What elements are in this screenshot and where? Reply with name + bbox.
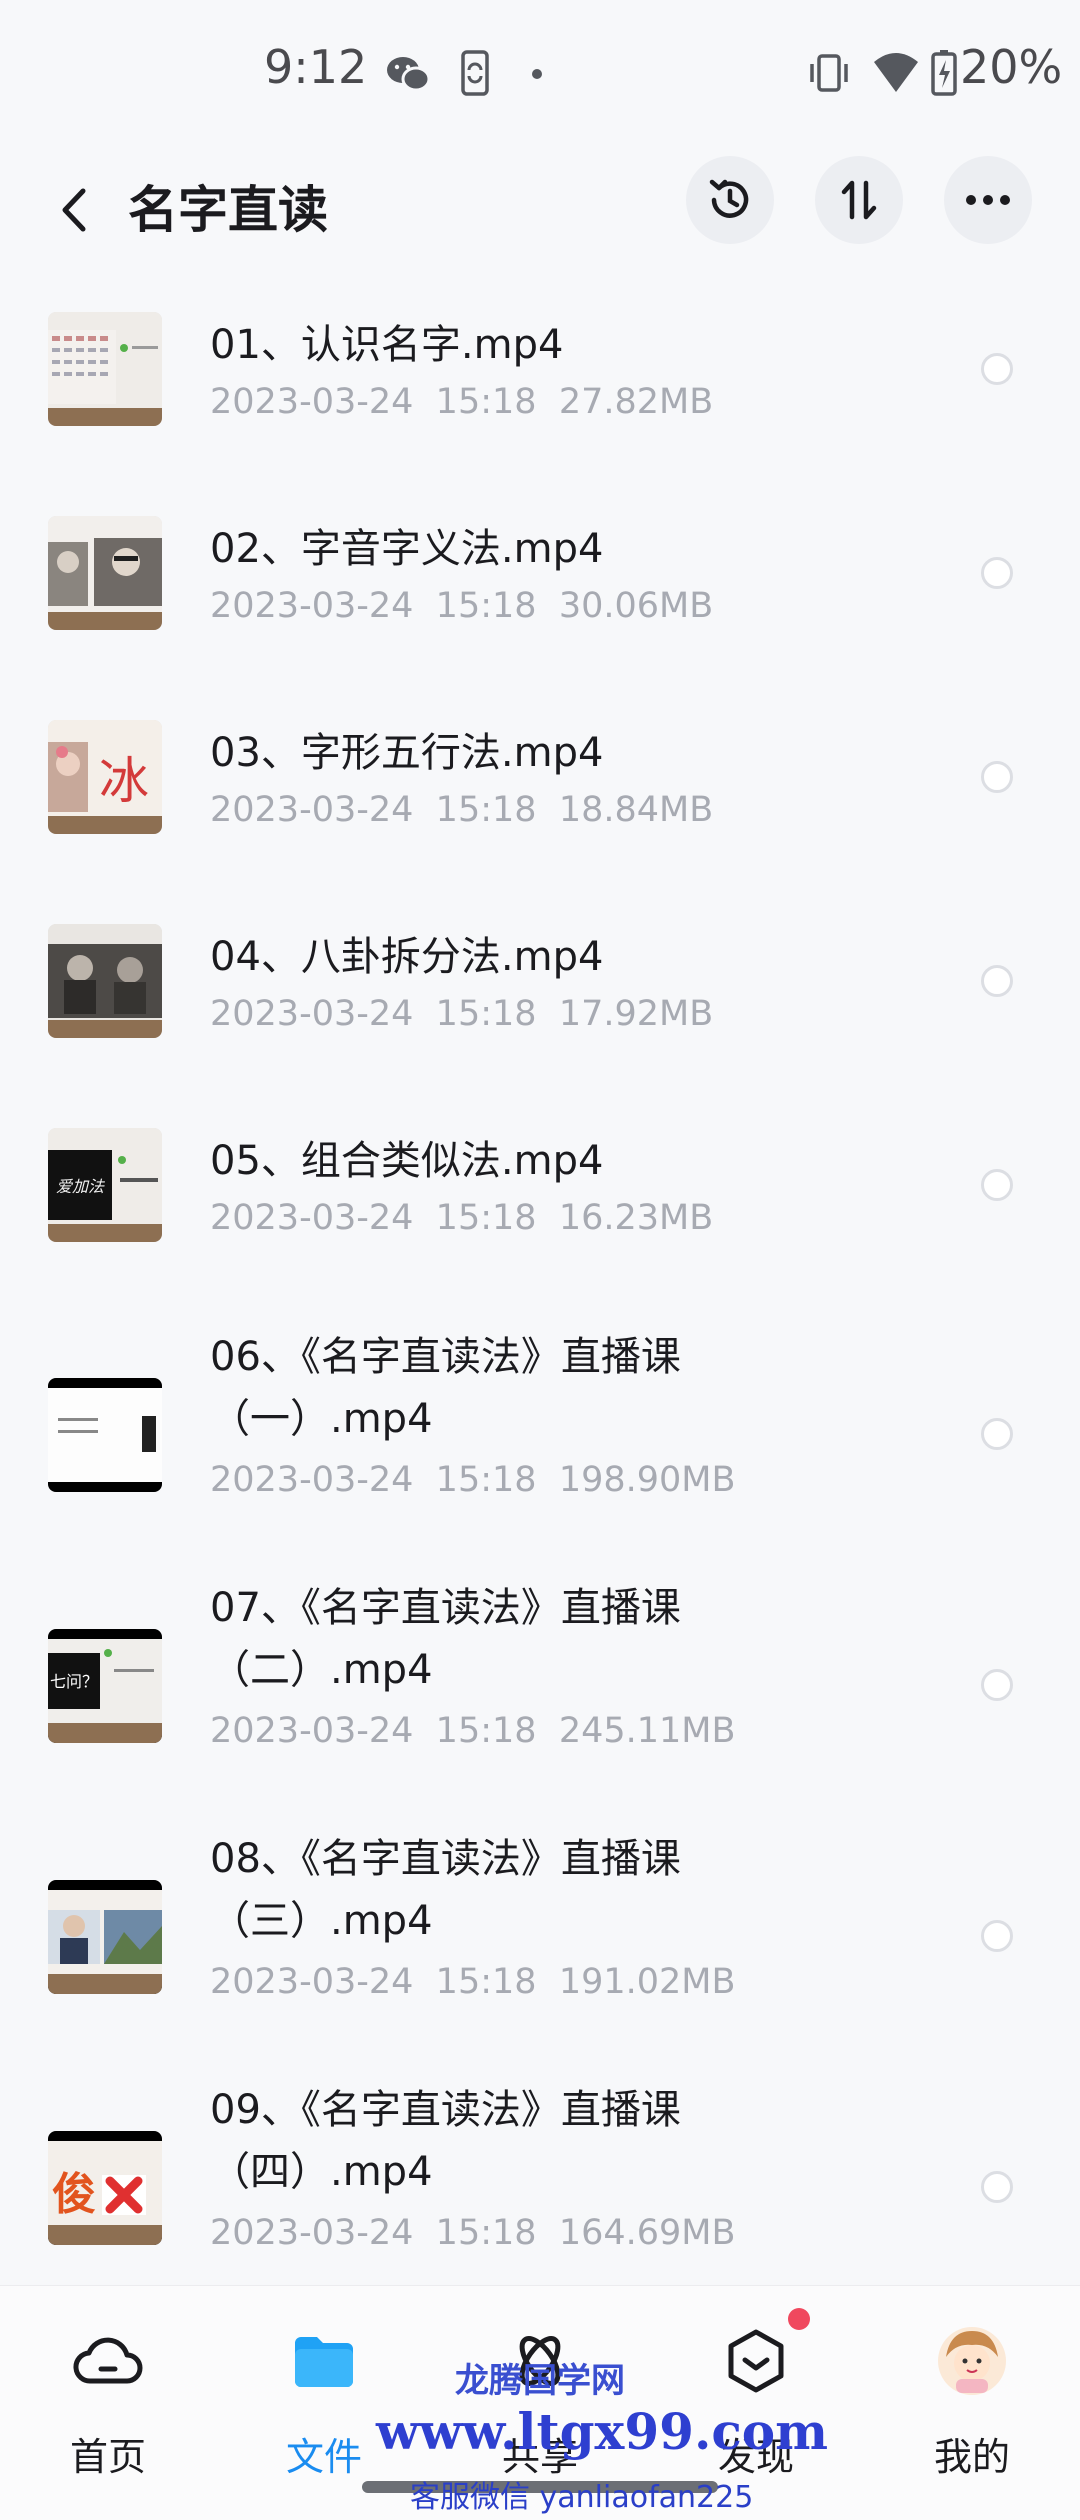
watermark-url: www.ltgx99.com — [376, 2402, 829, 2461]
video-thumbnail: 俊 — [48, 2131, 162, 2245]
file-meta: 2023-03-24 15:18 245.11MB — [210, 1711, 736, 1751]
status-time: 9:12 — [264, 40, 368, 94]
status-bar: 9:12 20% — [0, 0, 1080, 150]
video-thumbnail — [48, 1880, 162, 1994]
select-radio[interactable] — [981, 1169, 1013, 1201]
nav-item-me[interactable]: 我的 — [864, 2286, 1080, 2486]
file-name: 05、组合类似法.mp4 — [210, 1138, 604, 1184]
select-radio[interactable] — [981, 1418, 1013, 1450]
vibrate-icon — [810, 54, 848, 92]
battery-percentage: 20% — [960, 40, 1063, 94]
back-button[interactable] — [44, 174, 104, 246]
file-meta: 2023-03-24 15:18 18.84MB — [210, 790, 714, 830]
file-name: 07、《名字直读法》直播课（二）.mp4 — [210, 1585, 681, 1693]
file-meta: 2023-03-24 15:18 27.82MB — [210, 382, 714, 422]
page-title: 名字直读 — [128, 181, 328, 239]
svg-text:爱加法: 爱加法 — [56, 1177, 106, 1196]
video-thumbnail: 爱加法 — [48, 1128, 162, 1242]
video-thumbnail: 七问？ — [48, 1629, 162, 1743]
file-name: 02、字音字义法.mp4 — [210, 526, 604, 572]
file-meta: 2023-03-24 15:18 164.69MB — [210, 2213, 736, 2253]
file-name: 06、《名字直读法》直播课（一）.mp4 — [210, 1334, 681, 1442]
history-icon — [709, 179, 749, 218]
dot-icon — [532, 69, 542, 79]
file-meta: 2023-03-24 15:18 198.90MB — [210, 1460, 736, 1500]
file-meta: 2023-03-24 15:18 30.06MB — [210, 586, 714, 626]
video-thumbnail — [48, 312, 162, 426]
nav-label: 首页 — [69, 2435, 146, 2479]
video-thumbnail — [48, 516, 162, 630]
select-radio[interactable] — [981, 2171, 1013, 2203]
file-name: 03、字形五行法.mp4 — [210, 730, 604, 776]
sort-button[interactable] — [815, 156, 903, 244]
watermark-title: 龙腾国学网 — [455, 2361, 625, 2401]
more-button[interactable] — [944, 156, 1032, 244]
screen: 9:12 20% 名字直读 01、认识名字.mp4 2023-03-24 15:… — [0, 0, 1080, 2520]
notification-badge — [788, 2308, 810, 2330]
video-thumbnail: 冰 — [48, 720, 162, 834]
more-icon — [966, 195, 1010, 205]
wechat-icon — [387, 57, 431, 92]
file-name: 09、《名字直读法》直播课（四）.mp4 — [210, 2087, 681, 2195]
nav-label: 我的 — [933, 2435, 1010, 2479]
svg-text:俊: 俊 — [52, 2169, 96, 2220]
select-radio[interactable] — [981, 965, 1013, 997]
history-button[interactable] — [686, 156, 774, 244]
battery-charging-icon — [931, 50, 957, 96]
file-meta: 2023-03-24 15:18 191.02MB — [210, 1962, 736, 2002]
file-meta: 2023-03-24 15:18 16.23MB — [210, 1198, 714, 1238]
nav-item-home[interactable]: 首页 — [0, 2286, 216, 2486]
file-name: 08、《名字直读法》直播课（三）.mp4 — [210, 1836, 681, 1944]
folder-icon — [274, 2316, 374, 2406]
video-thumbnail — [48, 924, 162, 1038]
video-thumbnail — [48, 1378, 162, 1492]
svg-text:冰: 冰 — [99, 752, 149, 810]
select-radio[interactable] — [981, 557, 1013, 589]
select-radio[interactable] — [981, 1669, 1013, 1701]
select-radio[interactable] — [981, 1920, 1013, 1952]
watermark-contact: 客服微信 yanliaofan225 — [410, 2480, 754, 2515]
back-arrow-icon — [62, 188, 86, 232]
file-name: 01、认识名字.mp4 — [210, 322, 564, 368]
avatar-icon — [922, 2316, 1022, 2406]
select-radio[interactable] — [981, 353, 1013, 385]
select-radio[interactable] — [981, 761, 1013, 793]
sort-icon — [841, 180, 877, 220]
discover-icon — [706, 2316, 806, 2406]
phone-sync-icon — [461, 50, 489, 96]
cloud-icon — [58, 2316, 158, 2406]
file-meta: 2023-03-24 15:18 17.92MB — [210, 994, 714, 1034]
file-name: 04、八卦拆分法.mp4 — [210, 934, 604, 980]
svg-text:七问？: 七问？ — [50, 1672, 98, 1691]
header: 名字直读 — [0, 150, 1080, 270]
wifi-icon — [874, 53, 918, 92]
